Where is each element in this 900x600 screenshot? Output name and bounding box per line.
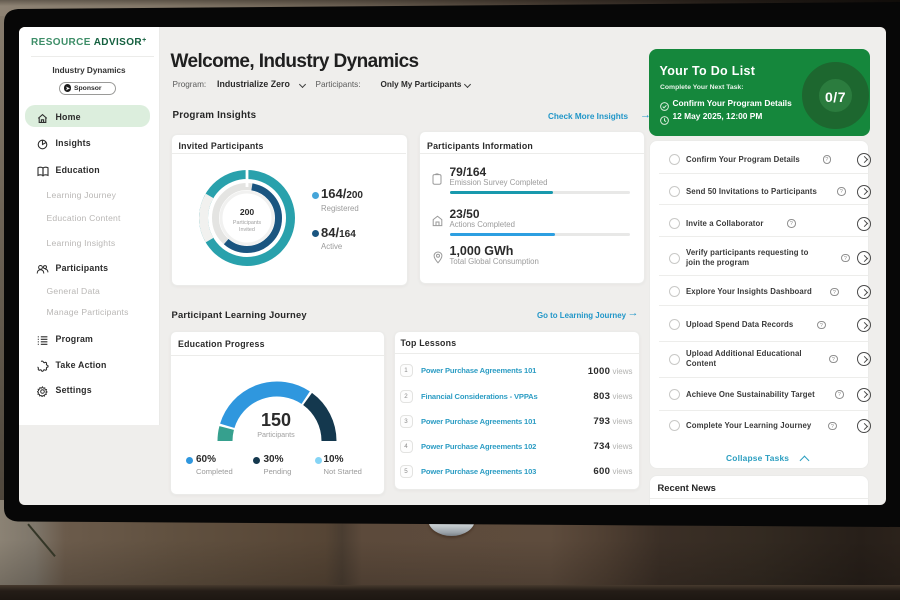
svg-text:200: 200 xyxy=(240,207,255,217)
svg-text:Participants: Participants xyxy=(233,220,261,226)
svg-text:Invited: Invited xyxy=(239,227,255,233)
